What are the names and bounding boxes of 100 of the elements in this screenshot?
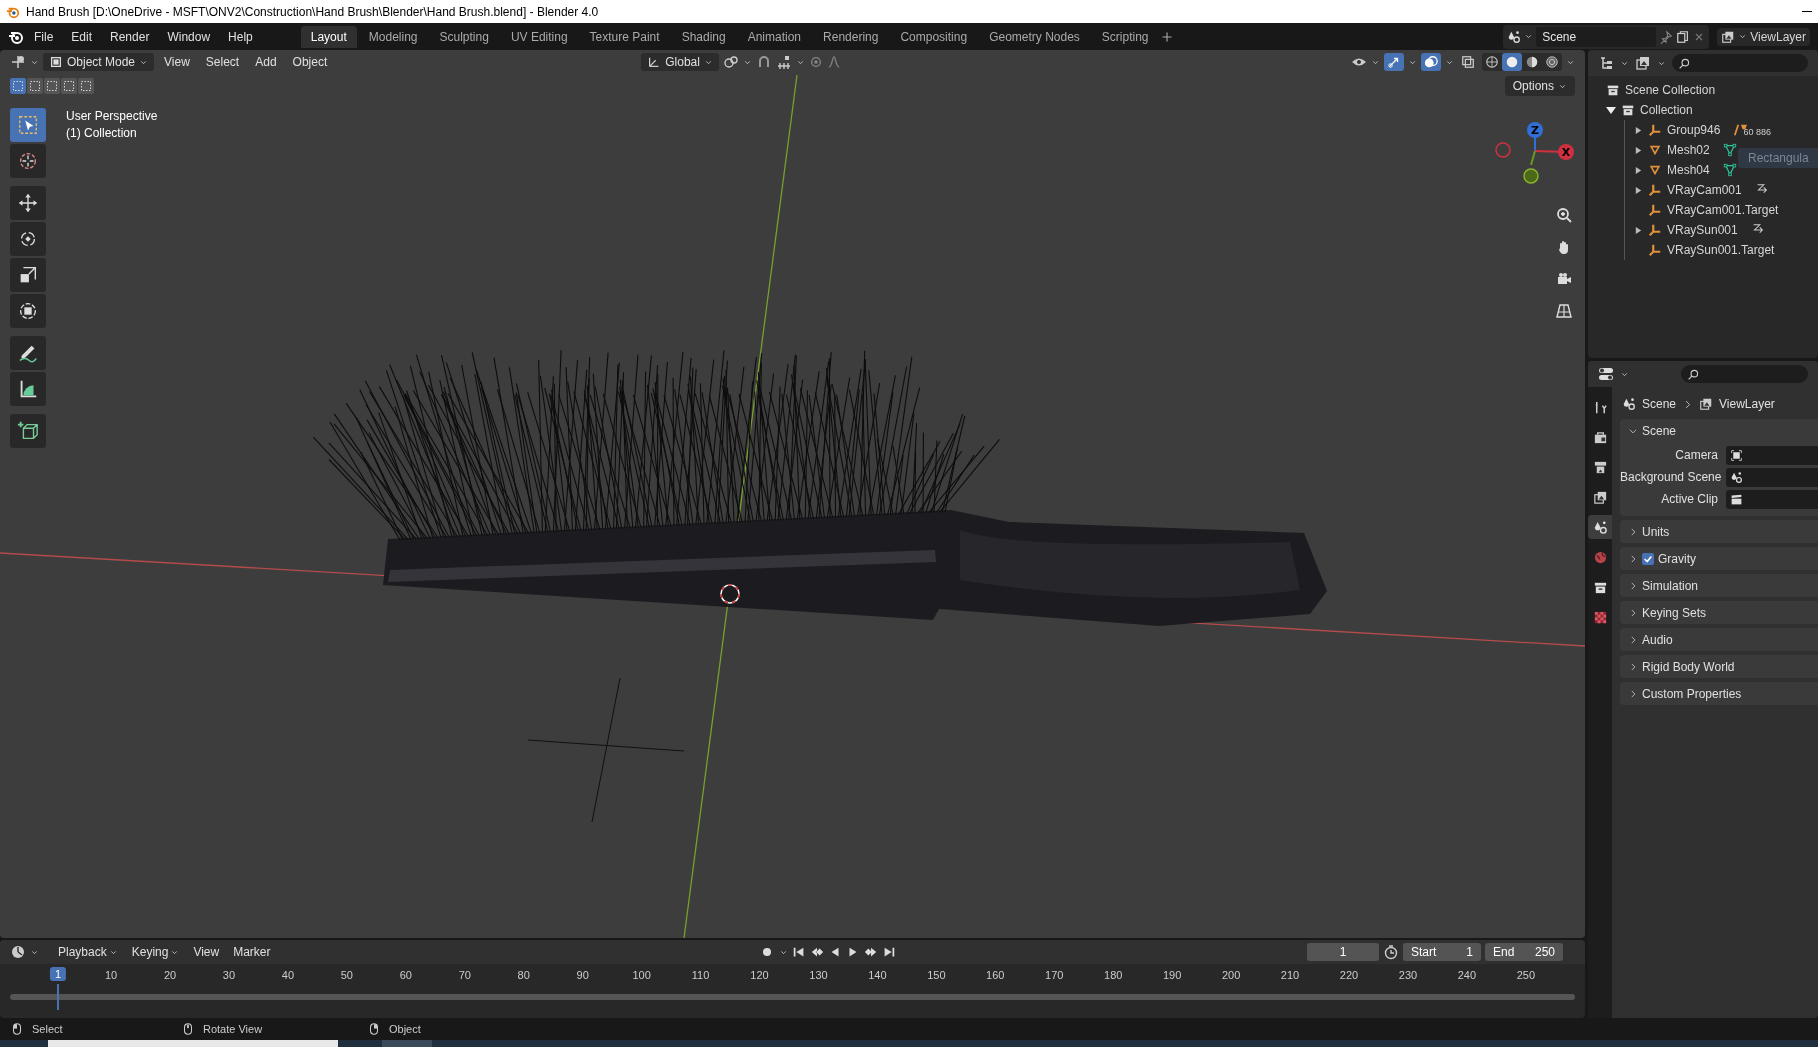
editor-type-icon[interactable]: [10, 54, 26, 70]
checkbox[interactable]: [1642, 552, 1654, 565]
select-mode-button[interactable]: [27, 78, 43, 94]
disclosure-triangle-icon[interactable]: [1633, 125, 1643, 135]
clock-icon[interactable]: [1383, 944, 1399, 960]
outliner-item[interactable]: Group946: [1667, 123, 1721, 137]
falloff-icon[interactable]: [826, 55, 841, 69]
workspace-tab[interactable]: Texture Paint: [579, 25, 670, 48]
playback-icon[interactable]: [791, 945, 806, 959]
scene-icon[interactable]: [1507, 29, 1522, 44]
menu-item[interactable]: Render: [102, 26, 158, 47]
outliner-item[interactable]: VRayCam001.Target: [1667, 203, 1779, 217]
menu-item[interactable]: Playback: [53, 943, 123, 961]
gizmo-toggle[interactable]: [1384, 53, 1404, 71]
menu-item[interactable]: View: [188, 943, 225, 961]
tool-button[interactable]: [10, 372, 46, 406]
tool-button[interactable]: [10, 258, 46, 292]
menu-item[interactable]: Marker: [228, 943, 276, 961]
workspace-tab[interactable]: Modeling: [358, 25, 428, 48]
view-layer-icon[interactable]: [1721, 29, 1736, 44]
playhead[interactable]: 1: [49, 967, 67, 981]
search-field[interactable]: [1672, 54, 1808, 72]
tool-button[interactable]: [10, 144, 46, 178]
select-mode-button[interactable]: [61, 78, 77, 94]
orientation-dropdown[interactable]: Global: [641, 53, 719, 71]
menu-item[interactable]: View: [158, 53, 196, 71]
panel-header[interactable]: Custom Properties: [1620, 682, 1818, 705]
menu-item[interactable]: Select: [199, 53, 246, 71]
panel-header[interactable]: Gravity: [1620, 547, 1818, 570]
scene-field[interactable]: Scene: [1536, 26, 1657, 47]
tool-button[interactable]: [10, 186, 46, 220]
current-frame-field[interactable]: 1: [1307, 943, 1379, 961]
workspace-tab[interactable]: Scripting: [1091, 25, 1159, 48]
disclosure-triangle-icon[interactable]: [1633, 185, 1643, 195]
shading-button[interactable]: [1502, 53, 1522, 71]
workspace-tab[interactable]: Shading: [671, 25, 736, 48]
outliner-item[interactable]: Collection: [1640, 103, 1693, 117]
tool-button[interactable]: [10, 222, 46, 256]
playback-icon[interactable]: [809, 945, 824, 959]
tool-button[interactable]: [10, 336, 46, 370]
disclosure-triangle-icon[interactable]: [1606, 105, 1616, 115]
menu-item[interactable]: Help: [220, 26, 261, 47]
workspace-tab[interactable]: Animation: [737, 25, 812, 48]
menu-item[interactable]: Add: [249, 53, 283, 71]
tool-button[interactable]: [10, 414, 46, 448]
panel-header[interactable]: Rigid Body World: [1620, 655, 1818, 678]
workspace-tab[interactable]: Geometry Nodes: [979, 25, 1090, 48]
breadcrumb-item[interactable]: Scene: [1642, 397, 1677, 411]
caret-icon[interactable]: [1524, 32, 1534, 41]
outliner-item[interactable]: Scene Collection: [1625, 83, 1716, 97]
disclosure-triangle-icon[interactable]: [1633, 145, 1643, 155]
disclosure-triangle-icon[interactable]: [1633, 225, 1643, 235]
outliner-item[interactable]: Mesh02: [1667, 143, 1710, 157]
display-mode-icon[interactable]: [1598, 55, 1614, 71]
panel-header[interactable]: Scene: [1620, 419, 1818, 442]
menu-item[interactable]: Keying: [126, 943, 185, 961]
options-button[interactable]: Options: [1504, 76, 1575, 96]
menu-item[interactable]: File: [26, 26, 62, 47]
pin-icon[interactable]: [1659, 29, 1674, 44]
properties-tab[interactable]: [1588, 515, 1612, 539]
duplicate-icon[interactable]: [1676, 29, 1691, 44]
panel-header[interactable]: Units: [1620, 520, 1818, 543]
menu-item[interactable]: Window: [159, 26, 219, 47]
menu-item[interactable]: Edit: [63, 26, 101, 47]
mode-dropdown[interactable]: Object Mode: [43, 53, 155, 71]
workspace-tab[interactable]: Rendering: [813, 25, 889, 48]
workspace-tab[interactable]: UV Editing: [500, 25, 578, 48]
frame-number: 100: [632, 969, 651, 981]
workspace-tab[interactable]: Sculpting: [429, 25, 499, 48]
editor-type-icon[interactable]: [1598, 366, 1614, 382]
panel-header[interactable]: Simulation: [1620, 574, 1818, 597]
editor-type-icon[interactable]: [10, 944, 26, 960]
outliner-item[interactable]: Mesh04: [1667, 163, 1710, 177]
select-mode-button[interactable]: [10, 78, 26, 94]
outliner-item[interactable]: VRaySun001: [1667, 223, 1738, 237]
snap-target-icon[interactable]: [775, 54, 792, 70]
outliner-item[interactable]: VRaySun001.Target: [1667, 243, 1775, 257]
scrollbar[interactable]: [10, 994, 1575, 1000]
navigation-gizmo[interactable]: Z X: [1495, 122, 1574, 184]
filter-icon[interactable]: [1635, 55, 1651, 71]
disclosure-triangle-icon[interactable]: [1633, 165, 1643, 175]
end-frame-field[interactable]: End 250: [1485, 943, 1563, 961]
proportional-edit-icon[interactable]: [808, 55, 823, 69]
panel-header[interactable]: Keying Sets: [1620, 601, 1818, 624]
menu-item[interactable]: Object: [286, 53, 334, 71]
caret-icon[interactable]: [1738, 32, 1748, 41]
select-mode-button[interactable]: [44, 78, 60, 94]
workspace-tab[interactable]: Layout: [300, 25, 357, 48]
panel-header[interactable]: Audio: [1620, 628, 1818, 651]
breadcrumb-item[interactable]: ViewLayer: [1719, 397, 1775, 411]
workspace-tab[interactable]: Compositing: [890, 25, 978, 48]
playback-icon[interactable]: [863, 945, 878, 959]
pivot-icon[interactable]: [722, 54, 739, 70]
outliner-item[interactable]: VRayCam001: [1667, 183, 1742, 197]
overlay-toggle[interactable]: [1421, 53, 1441, 71]
add-workspace-icon[interactable]: [1160, 30, 1173, 43]
search-field[interactable]: [1681, 365, 1808, 383]
tool-button[interactable]: [10, 294, 46, 328]
start-frame-field[interactable]: Start 1: [1403, 943, 1481, 961]
select-mode-button[interactable]: [78, 78, 94, 94]
